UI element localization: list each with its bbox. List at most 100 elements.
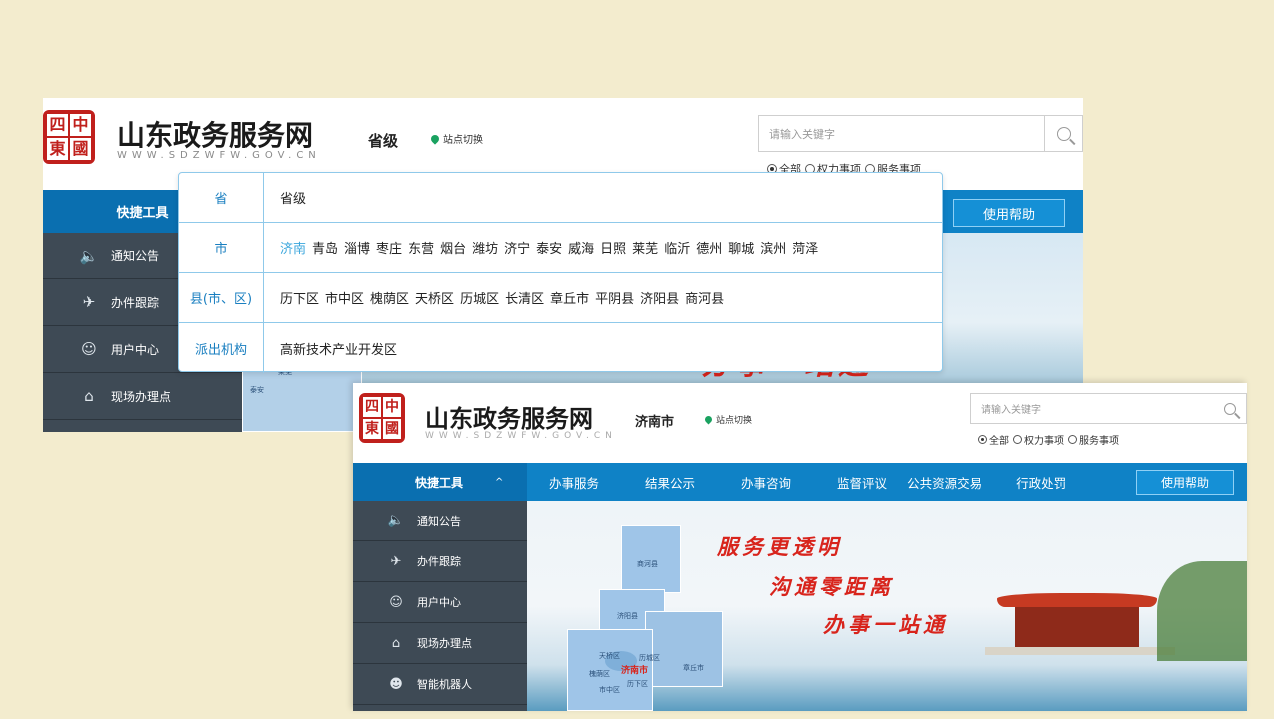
sidebar-item-user-center[interactable]: ☺ 用户中心 (353, 582, 527, 623)
search-input[interactable]: 请输入关键字 (759, 126, 1044, 142)
map-label: 泰安 (250, 386, 264, 394)
dropdown-option[interactable]: 济阳县 (640, 288, 679, 307)
dropdown-option[interactable]: 济南 (280, 238, 306, 257)
dropdown-option[interactable]: 章丘市 (550, 288, 589, 307)
dropdown-option[interactable]: 天桥区 (415, 288, 454, 307)
nav-item[interactable]: 办事咨询 (741, 473, 791, 492)
nav-item[interactable]: 办事服务 (549, 473, 599, 492)
sidebar-item-onsite[interactable]: ⌂ 现场办理点 (43, 373, 242, 420)
dropdown-option[interactable]: 日照 (600, 238, 626, 257)
dropdown-option[interactable]: 德州 (696, 238, 722, 257)
sidebar-item-label: 办件跟踪 (417, 555, 461, 568)
dropdown-option[interactable]: 省级 (280, 188, 306, 207)
sidebar-item-label: 通知公告 (417, 514, 461, 528)
dropdown-option[interactable]: 青岛 (312, 238, 338, 257)
dropdown-values: 省级 (264, 173, 306, 222)
paper-plane-icon: ✈ (82, 293, 96, 311)
sidebar-item-label: 智能机器人 (417, 678, 472, 691)
radio-label: 全部 (989, 436, 1009, 447)
radio-label: 权力事项 (1024, 436, 1064, 447)
dropdown-option[interactable]: 长清区 (505, 288, 544, 307)
search-scope-radios: 全部 权力事项 服务事项 (978, 432, 1119, 447)
pavilion-body (1015, 607, 1139, 647)
sidebar-item-notice[interactable]: 🔈 通知公告 (353, 501, 527, 541)
site-logo-seal[interactable]: 四 中 東 國 (43, 110, 95, 164)
nav-item[interactable]: 行政处罚 (1016, 473, 1066, 492)
search-button[interactable] (1044, 116, 1082, 151)
site-switch-dropdown: 省 省级 市 济南 青岛 淄博 枣庄 东营 烟台 潍坊 济宁 泰安 威海 日照 莱芜 临沂 德州 聊城 滨州菏… (178, 172, 943, 373)
dropdown-option[interactable]: 高新技术产业开发区 (280, 339, 397, 358)
bottom-screenshot: 四 中 東 國 山东政务服务网 WWW.SDZWFW.GOV.CN 济南市 站点… (353, 383, 1247, 711)
dropdown-option[interactable]: 潍坊 (472, 238, 498, 257)
dropdown-option[interactable]: 槐荫区 (370, 288, 409, 307)
site-title[interactable]: 山东政务服务网 (117, 114, 313, 154)
site-level: 省级 (368, 132, 399, 150)
dropdown-option[interactable]: 历城区 (460, 288, 499, 307)
dropdown-values: 高新技术产业开发区 (264, 323, 397, 373)
map-label: 槐荫区 (589, 670, 610, 678)
site-url: WWW.SDZWFW.GOV.CN (425, 431, 617, 441)
location-user-icon: ⌂ (84, 387, 94, 405)
radio-all[interactable]: 全部 (978, 432, 1009, 447)
dropdown-row-label: 市 (179, 223, 264, 272)
quick-tools-header[interactable]: 快捷工具 ^ (353, 463, 527, 501)
dropdown-option[interactable]: 东营 (408, 238, 434, 257)
dropdown-option[interactable]: 枣庄 (376, 238, 402, 257)
user-icon: ☺ (81, 340, 97, 358)
search-box: 请输入关键字 (970, 393, 1247, 424)
dropdown-row-city: 市 济南 青岛 淄博 枣庄 东营 烟台 潍坊 济宁 泰安 威海 日照 莱芜 临沂 德州 聊城 滨州 菏泽 (179, 223, 942, 273)
main-nav-links: 办事服务 结果公示 办事咨询 监督评议 公共资源交易 行政处罚 (527, 463, 1066, 501)
map-region (645, 611, 723, 687)
quick-tools-label: 快捷工具 (415, 475, 464, 490)
dropdown-option[interactable]: 威海 (568, 238, 594, 257)
site-title[interactable]: 山东政务服务网 (425, 399, 593, 434)
sidebar-item-onsite[interactable]: ⌂ 现场办理点 (353, 623, 527, 664)
search-icon (1224, 402, 1236, 415)
dropdown-option[interactable]: 聊城 (728, 238, 754, 257)
dropdown-option[interactable]: 淄博 (344, 238, 370, 257)
dropdown-option[interactable]: 临沂 (664, 238, 690, 257)
site-switch-link[interactable]: 站点切换 (703, 413, 752, 426)
search-icon (1056, 126, 1071, 141)
map-label-current[interactable]: 济南市 (621, 663, 648, 676)
robot-icon: ☻ (389, 676, 403, 692)
pavilion-roof (997, 593, 1157, 607)
logo-char: 東 (46, 137, 69, 161)
dropdown-option[interactable]: 莱芜 (632, 238, 658, 257)
quick-tools-sidebar: 🔈 通知公告 ✈ 办件跟踪 ☺ 用户中心 ⌂ 现场办理点 ☻ 智能机器人 (353, 501, 527, 711)
search-button[interactable] (1214, 394, 1246, 423)
dropdown-row-label: 派出机构 (179, 323, 264, 373)
map-label: 商河县 (637, 560, 658, 568)
site-url: WWW.SDZWFW.GOV.CN (117, 150, 321, 161)
site-switch-link[interactable]: 站点切换 (429, 131, 483, 146)
dropdown-option[interactable]: 泰安 (536, 238, 562, 257)
dropdown-option[interactable]: 平阴县 (595, 288, 634, 307)
nav-item[interactable]: 监督评议 (837, 473, 887, 492)
dropdown-option[interactable]: 烟台 (440, 238, 466, 257)
dropdown-values: 济南 青岛 淄博 枣庄 东营 烟台 潍坊 济宁 泰安 威海 日照 莱芜 临沂 德州 聊城 滨州 菏泽 (264, 223, 818, 272)
logo-char: 國 (382, 418, 402, 440)
site-logo-seal[interactable]: 四 中 東 國 (359, 393, 405, 443)
radio-service[interactable]: 服务事项 (1068, 432, 1119, 447)
location-pin-icon (429, 132, 441, 145)
logo-char: 國 (69, 137, 92, 161)
nav-item[interactable]: 结果公示 (645, 473, 695, 492)
dropdown-option[interactable]: 济宁 (504, 238, 530, 257)
dropdown-row-label: 省 (179, 173, 264, 222)
radio-power[interactable]: 权力事项 (1013, 432, 1064, 447)
dropdown-option[interactable]: 历下区 (280, 288, 319, 307)
help-button[interactable]: 使用帮助 (1136, 470, 1234, 495)
dropdown-option[interactable]: 菏泽 (792, 238, 818, 257)
logo-char: 四 (362, 396, 382, 418)
dropdown-option[interactable]: 市中区 (325, 288, 364, 307)
help-button[interactable]: 使用帮助 (953, 199, 1065, 227)
sidebar-item-robot[interactable]: ☻ 智能机器人 (353, 664, 527, 705)
nav-item[interactable]: 公共资源交易 (907, 473, 982, 492)
sidebar-item-tracking[interactable]: ✈ 办件跟踪 (353, 541, 527, 582)
paper-plane-icon: ✈ (390, 553, 402, 569)
logo-char: 四 (46, 113, 69, 137)
search-input[interactable]: 请输入关键字 (971, 401, 1214, 416)
dropdown-option[interactable]: 滨州 (760, 238, 786, 257)
sidebar-item-label: 通知公告 (111, 249, 160, 263)
dropdown-option[interactable]: 商河县 (685, 288, 724, 307)
